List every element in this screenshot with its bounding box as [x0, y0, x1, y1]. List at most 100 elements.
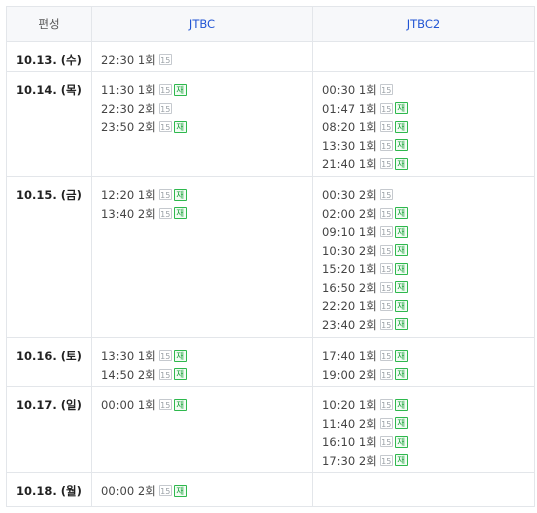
episode-number: 1회 — [358, 262, 377, 276]
airing-slot: 17:40 1회 15 재 — [322, 347, 534, 366]
airing-time: 17:40 — [322, 349, 356, 363]
age-rating-15-icon: 15 — [379, 300, 393, 311]
rerun-badge-icon: 재 — [173, 349, 187, 362]
episode-number: 1회 — [137, 398, 156, 412]
age-rating-15-icon: 15 — [158, 189, 172, 200]
rerun-badge-icon: 재 — [394, 157, 408, 170]
episode-number: 2회 — [358, 188, 377, 202]
episode-number: 1회 — [358, 349, 377, 363]
schedule-cell-jtbc2: 00:30 1회 15 01:47 1회 15 재 08:20 1회 15 재 13:30 1회… — [312, 71, 535, 177]
rerun-badge-icon: 재 — [394, 120, 408, 133]
airing-time: 02:00 — [322, 206, 356, 221]
episode-number: 2회 — [358, 416, 377, 431]
episode-number: 1회 — [137, 349, 156, 363]
airing-slot: 15:20 1회 15 재 — [322, 260, 534, 279]
airing-slot: 09:10 1회 15 재 — [322, 223, 534, 242]
airing-slot: 13:30 1회 15 재 — [101, 347, 312, 366]
airing-time: 12:20 — [101, 188, 135, 202]
schedule-header-row: 편성 JTBC JTBC2 — [6, 6, 535, 42]
airing-slot: 01:47 1회 15 재 — [322, 100, 534, 119]
rerun-badge-icon: 재 — [394, 244, 408, 256]
episode-number: 1회 — [358, 299, 377, 313]
schedule-cell-jtbc2: 17:40 1회 15 재 19:00 2회 15 재 — [312, 337, 535, 387]
episode-number: 2회 — [137, 367, 156, 382]
age-rating-15-icon: 15 — [158, 54, 172, 65]
airing-time: 00:30 — [322, 188, 356, 202]
schedule-cell-jtbc2: 00:30 2회 15 02:00 2회 15 재 09:10 1회 15 재 10:30 2회… — [312, 176, 535, 338]
broadcast-schedule: 편성 JTBC JTBC2 10.13. (수) 22:30 1회 15 10.14.… — [6, 6, 535, 507]
airing-slot: 13:40 2회 15 재 — [101, 205, 312, 224]
age-rating-15-icon: 15 — [158, 350, 172, 361]
airing-slot: 00:00 2회 15 재 — [101, 482, 312, 501]
airing-time: 15:20 — [322, 262, 356, 276]
airing-time: 10:30 — [322, 243, 356, 258]
age-rating-15-icon: 15 — [379, 139, 393, 151]
schedule-row: 10.14. (목) 11:30 1회 15 재 22:30 2회 15 23:50 2회 1… — [6, 71, 535, 177]
airing-time: 23:40 — [322, 317, 356, 332]
airing-slot: 23:40 2회 15 재 — [322, 316, 534, 335]
airing-time: 08:20 — [322, 120, 356, 134]
age-rating-15-icon: 15 — [379, 368, 393, 380]
age-rating-15-icon: 15 — [379, 102, 393, 114]
schedule-body: 10.13. (수) 22:30 1회 15 10.14. (목) 11:30 1회 15… — [6, 41, 535, 507]
episode-number: 2회 — [358, 243, 377, 258]
age-rating-15-icon: 15 — [158, 84, 172, 95]
schedule-table: 편성 JTBC JTBC2 10.13. (수) 22:30 1회 15 10.14.… — [6, 6, 535, 507]
airing-slot: 13:30 1회 15 재 — [322, 137, 534, 156]
airing-time: 22:20 — [322, 299, 356, 313]
rerun-badge-icon: 재 — [173, 368, 187, 380]
airing-time: 21:40 — [322, 157, 356, 171]
airing-slot: 22:20 1회 15 재 — [322, 297, 534, 316]
airing-time: 10:20 — [322, 398, 356, 412]
episode-number: 1회 — [358, 120, 377, 134]
schedule-date: 10.17. (일) — [6, 386, 92, 473]
schedule-date: 10.18. (월) — [6, 472, 92, 507]
rerun-badge-icon: 재 — [394, 417, 408, 429]
rerun-badge-icon: 재 — [173, 188, 187, 201]
airing-slot: 22:30 2회 15 — [101, 100, 312, 119]
airing-time: 01:47 — [322, 101, 356, 116]
airing-time: 00:00 — [101, 398, 135, 412]
age-rating-15-icon: 15 — [379, 417, 393, 429]
airing-time: 00:30 — [322, 83, 356, 97]
episode-number: 1회 — [358, 157, 377, 171]
episode-number: 1회 — [137, 83, 156, 97]
age-rating-15-icon: 15 — [379, 84, 393, 95]
episode-number: 2회 — [358, 453, 377, 468]
schedule-row: 10.16. (토) 13:30 1회 15 재 14:50 2회 15 재 17:40 1회… — [6, 337, 535, 387]
rerun-badge-icon: 재 — [394, 262, 408, 275]
airing-time: 22:30 — [101, 53, 135, 67]
schedule-cell-jtbc: 11:30 1회 15 재 22:30 2회 15 23:50 2회 15 재 — [91, 71, 313, 177]
age-rating-15-icon: 15 — [158, 102, 172, 114]
age-rating-15-icon: 15 — [158, 121, 172, 132]
schedule-row: 10.18. (월) 00:00 2회 15 재 — [6, 472, 535, 507]
airing-slot: 00:00 1회 15 재 — [101, 396, 312, 415]
episode-number: 1회 — [358, 101, 377, 116]
airing-time: 13:30 — [101, 349, 135, 363]
age-rating-15-icon: 15 — [379, 158, 393, 169]
airing-slot: 22:30 1회 15 — [101, 51, 312, 70]
episode-number: 1회 — [358, 398, 377, 412]
airing-time: 14:50 — [101, 367, 135, 382]
age-rating-15-icon: 15 — [158, 207, 172, 219]
rerun-badge-icon: 재 — [394, 435, 408, 448]
airing-slot: 02:00 2회 15 재 — [322, 205, 534, 224]
header-channel-jtbc2: JTBC2 — [312, 6, 535, 42]
age-rating-15-icon: 15 — [379, 350, 393, 361]
airing-time: 16:10 — [322, 435, 356, 449]
schedule-date: 10.14. (목) — [6, 71, 92, 177]
age-rating-15-icon: 15 — [379, 121, 393, 132]
rerun-badge-icon: 재 — [394, 225, 408, 238]
rerun-badge-icon: 재 — [173, 83, 187, 96]
airing-slot: 00:30 1회 15 — [322, 81, 534, 100]
rerun-badge-icon: 재 — [394, 299, 408, 312]
schedule-cell-jtbc2 — [312, 472, 535, 507]
age-rating-15-icon: 15 — [379, 226, 393, 237]
schedule-row: 10.15. (금) 12:20 1회 15 재 13:40 2회 15 재 00:30 2회… — [6, 176, 535, 338]
rerun-badge-icon: 재 — [394, 281, 408, 293]
rerun-badge-icon: 재 — [394, 139, 408, 151]
episode-number: 1회 — [358, 225, 377, 239]
age-rating-15-icon: 15 — [158, 399, 172, 410]
episode-number: 2회 — [137, 120, 156, 134]
rerun-badge-icon: 재 — [173, 484, 187, 497]
